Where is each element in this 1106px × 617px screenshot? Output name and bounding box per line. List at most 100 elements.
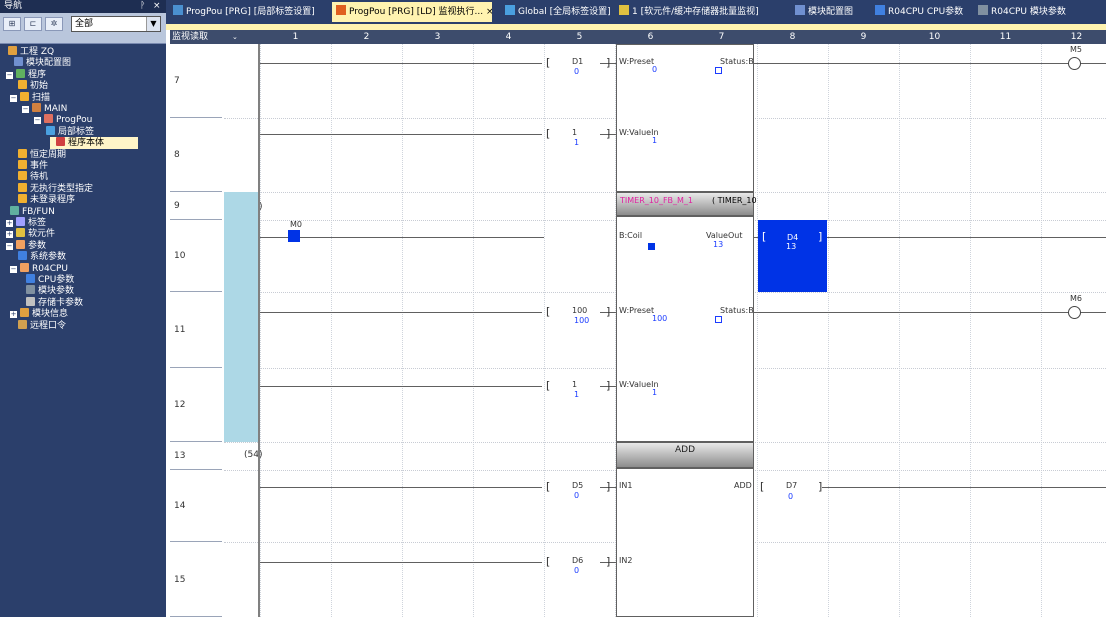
tree-item-15[interactable]: + 标签 [6, 217, 46, 229]
expand-icon[interactable]: + [10, 311, 17, 319]
tree-item-9[interactable]: 恒定周期 [18, 148, 67, 161]
status-output: Status:B [720, 57, 754, 66]
tree-item-label: 参数 [28, 240, 47, 251]
pin-icon[interactable]: ᚹ [140, 0, 145, 13]
rung7-device: D1 [572, 57, 584, 66]
rung-wire [822, 487, 1106, 488]
tab-icon [505, 5, 515, 15]
rung11-device-value: 100 [574, 316, 590, 325]
cpu-icon [20, 262, 29, 272]
tree-item-label: ProgPou [56, 115, 93, 126]
coil-m5[interactable] [1068, 57, 1081, 70]
tree-item-22[interactable]: 存储卡参数 [26, 296, 84, 309]
tree-item-label: 恒定周期 [30, 149, 67, 160]
rung-wire [822, 237, 1106, 238]
tree-item-16[interactable]: + 软元件 [6, 228, 55, 240]
grid-column-line [1041, 44, 1042, 617]
rung12-pin-value: 1 [652, 388, 658, 397]
column-header: 监视读取 ⌄ 1 2 3 4 5 6 7 8 9 10 11 12 [170, 30, 1106, 44]
collapse-icon[interactable]: − [6, 242, 13, 250]
collapse-icon[interactable]: − [10, 265, 17, 273]
tree-item-0[interactable]: 工程 ZQ [8, 46, 54, 58]
tab-0[interactable]: ProgPou [PRG] [局部标签设置] [169, 2, 324, 22]
column-header-cell: 11 [999, 32, 1012, 42]
chevron-down-icon[interactable]: ▼ [146, 17, 160, 31]
timer-fb-type: ( TIMER_10 [712, 196, 757, 205]
tab-icon [173, 5, 183, 15]
tree-item-6[interactable]: − ProgPou [34, 114, 92, 126]
tree-item-label: 存储卡参数 [38, 297, 84, 308]
tree-item-7[interactable]: 局部标签 [46, 125, 95, 138]
project-icon [8, 46, 17, 55]
add-in2-device-value: 0 [574, 566, 580, 575]
bracket-close: ] [606, 555, 611, 568]
folder-icon [18, 80, 27, 90]
tree-item-1[interactable]: 模块配置图 [14, 57, 71, 69]
tab-label: ProgPou [PRG] [LD] 监视执行... × [349, 7, 492, 17]
tab-6[interactable]: R04CPU 模块参数 [974, 2, 1084, 22]
tree-item-14[interactable]: FB/FUN [10, 205, 55, 218]
tree-view-button[interactable]: ⊞ [3, 17, 21, 31]
contact-m0[interactable] [288, 230, 300, 242]
tree-item-label: MAIN [44, 104, 68, 114]
add-in1-device-value: 0 [574, 491, 580, 500]
coil-m6[interactable] [1068, 306, 1081, 319]
d4-device-value: 13 [786, 242, 797, 251]
tree-item-2[interactable]: − 程序 [6, 68, 46, 81]
tree-item-24[interactable]: 远程口令 [18, 319, 66, 332]
tree-item-11[interactable]: 待机 [18, 171, 48, 183]
tree-item-21[interactable]: 模块参数 [26, 285, 74, 297]
scope-select[interactable]: 全部 ▼ [71, 16, 161, 32]
bracket-open: [ [546, 480, 551, 493]
editor-tab-strip: ProgPou [PRG] [局部标签设置] ProgPou [PRG] [LD]… [166, 0, 1106, 30]
nav-title: 导航 [4, 1, 23, 11]
tree-item-8[interactable]: 程序本体 [50, 137, 138, 150]
tree-item-label: 局部标签 [58, 126, 95, 137]
collapse-icon[interactable]: − [22, 106, 29, 113]
folder-icon [18, 194, 27, 204]
grid-column-line [757, 44, 758, 617]
tree-item-13[interactable]: 未登录程序 [18, 194, 75, 206]
rung11-pin: W:Preset [619, 306, 655, 315]
folder-icon [18, 160, 27, 169]
tree-item-label: 初始 [30, 81, 49, 92]
tab-label: 模块配置图 [808, 7, 854, 17]
tab-5[interactable]: R04CPU CPU参数 [871, 2, 971, 22]
tree-item-3[interactable]: 初始 [18, 80, 48, 92]
rung11-device: 100 [572, 306, 588, 315]
tab-1[interactable]: ProgPou [PRG] [LD] 监视执行... × [332, 2, 492, 22]
chevron-down-icon[interactable]: ⌄ [232, 30, 238, 44]
expand-icon[interactable]: + [6, 220, 13, 227]
tree-item-18[interactable]: 系统参数 [18, 251, 66, 263]
tree-item-12[interactable]: 无执行类型指定 [18, 182, 93, 195]
tree-item-23[interactable]: + 模块信息 [10, 308, 68, 320]
tree-item-5[interactable]: − MAIN [22, 103, 67, 115]
module-info-icon [20, 308, 29, 318]
step-number: 13 [174, 451, 186, 461]
tree-item-20[interactable]: CPU参数 [26, 274, 74, 286]
tree-item-10[interactable]: 事件 [18, 160, 48, 172]
settings-gear-button[interactable]: ✲ [45, 17, 63, 31]
folder-icon [18, 182, 27, 192]
monitor-read-select[interactable]: 监视读取 ⌄ [172, 30, 238, 44]
tree-item-19[interactable]: − R04CPU [10, 262, 68, 275]
close-icon[interactable]: × [153, 0, 161, 13]
tree-item-4[interactable]: − 扫描 [10, 91, 51, 104]
list-view-button[interactable]: ⊏ [24, 17, 42, 31]
tab-4[interactable]: 模块配置图 [791, 2, 866, 22]
status-indicator [715, 316, 722, 323]
collapse-icon[interactable]: − [10, 94, 17, 102]
bracket-close: ] [818, 480, 823, 493]
expand-icon[interactable]: + [6, 231, 13, 239]
grid-column-line [828, 44, 829, 617]
collapse-icon[interactable]: − [6, 71, 13, 79]
bracket-open: [ [760, 480, 765, 493]
collapse-icon[interactable]: − [34, 117, 41, 125]
ladder-editor[interactable]: 监视读取 ⌄ 123456789101112 789101112131415(3… [170, 30, 1106, 617]
bracket-close: ] [818, 230, 823, 243]
tree-item-label: 待机 [30, 172, 49, 183]
tree-item-label: 扫描 [32, 92, 51, 103]
tab-3[interactable]: 1 [软元件/缓冲存储器批量监视] [615, 2, 787, 22]
tab-2[interactable]: Global [全局标签设置] [501, 2, 611, 22]
tree-item-17[interactable]: − 参数 [6, 239, 47, 252]
